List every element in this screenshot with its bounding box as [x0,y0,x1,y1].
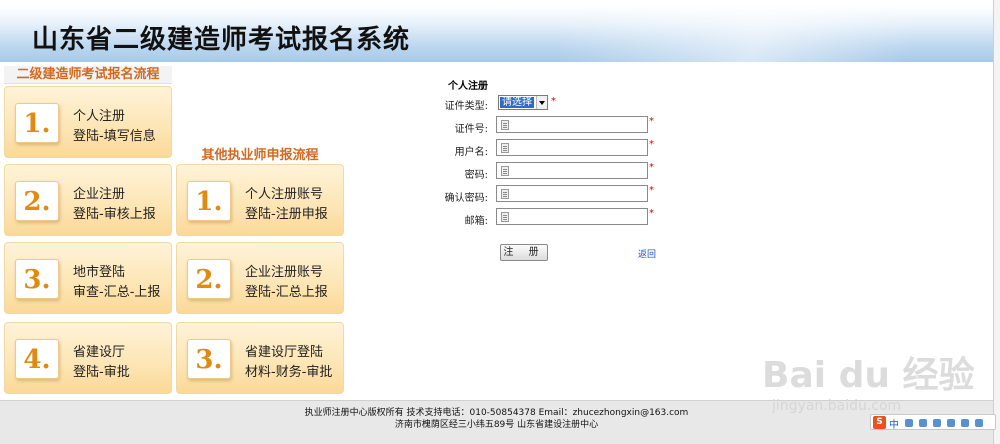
step-title: 省建设厅 [73,345,126,360]
ime-toolbar[interactable]: S 中 [870,414,996,431]
tools-icon[interactable] [975,419,983,427]
punctuation-icon[interactable] [919,419,927,427]
step-title: 省建设厅登陆 [245,345,324,360]
step-title: 企业注册账号 [245,265,324,280]
id-type-label: 证件类型: [444,101,488,112]
id-number-input[interactable] [496,116,648,133]
step-title: 地市登陆 [73,265,126,280]
input-icon [501,166,509,176]
step-number: 4. [15,339,59,379]
required-mark: * [649,139,654,150]
other-step-2: 2. 企业注册账号 登陆-汇总上报 [176,242,344,314]
required-mark: * [649,116,654,127]
confirm-password-label: 确认密码: [444,193,488,204]
email-label: 邮箱: [464,216,488,227]
header-shine [560,0,1000,62]
other-step-3: 3. 省建设厅登陆 材料-财务-审批 [176,322,344,394]
id-type-select[interactable]: 请选择 [498,95,548,110]
step-desc: 材料-财务-审批 [245,365,333,380]
input-icon [501,143,509,153]
baidu-watermark: Bai du 经验 [762,355,975,396]
form-title: 个人注册 [448,81,488,92]
input-icon [501,212,509,222]
exam-step-3: 3. 地市登陆 审查-汇总-上报 [4,242,172,314]
step-desc: 登陆-填写信息 [73,129,156,144]
chevron-down-icon[interactable] [536,96,547,109]
site-title: 山东省二级建造师考试报名系统 [32,25,411,55]
voice-icon[interactable] [933,419,941,427]
step-number: 2. [15,181,59,221]
exam-step-1: 1. 个人注册 登陆-填写信息 [4,86,172,158]
step-number: 2. [187,259,231,299]
confirm-password-input[interactable] [496,185,648,202]
required-mark: * [551,96,556,107]
sogou-logo-icon[interactable]: S [873,416,886,429]
exam-step-4: 4. 省建设厅 登陆-审批 [4,322,172,394]
input-icon [501,120,509,130]
id-number-label: 证件号: [454,124,488,135]
email-input[interactable] [496,208,648,225]
input-icon [501,189,509,199]
id-type-selected: 请选择 [500,97,534,108]
footer-address: 济南市槐荫区经三小纬五89号 山东省建设注册中心 [394,420,599,430]
register-button[interactable]: 注 册 [500,244,548,261]
required-mark: * [649,185,654,196]
skin-icon[interactable] [961,419,969,427]
step-desc: 审查-汇总-上报 [73,285,161,300]
step-desc: 登陆-审核上报 [73,207,156,222]
step-number: 3. [187,339,231,379]
password-label: 密码: [464,170,488,181]
step-number: 1. [15,103,59,143]
page-header: 山东省二级建造师考试报名系统 [0,0,1000,62]
username-label: 用户名: [454,147,488,158]
ime-mode[interactable]: 中 [889,416,899,431]
username-input[interactable] [496,139,648,156]
password-input[interactable] [496,162,648,179]
keyboard-icon[interactable] [947,419,955,427]
moon-icon[interactable] [905,419,913,427]
exam-step-2: 2. 企业注册 登陆-审核上报 [4,164,172,236]
step-title: 企业注册 [73,187,126,202]
back-link[interactable]: 返回 [638,247,656,260]
required-mark: * [649,208,654,219]
step-number: 3. [15,259,59,299]
step-desc: 登陆-注册申报 [245,207,328,222]
window-scroll-edge[interactable] [993,0,1000,444]
other-flow-heading: 其他执业师申报流程 [201,148,319,163]
watermark-url: jingyan.baidu.com [772,398,902,414]
step-title: 个人注册账号 [245,187,324,202]
step-desc: 登陆-汇总上报 [245,285,328,300]
required-mark: * [649,162,654,173]
other-step-1: 1. 个人注册账号 登陆-注册申报 [176,164,344,236]
step-desc: 登陆-审批 [73,365,130,380]
exam-flow-heading: 二级建造师考试报名流程 [4,66,172,84]
step-number: 1. [187,181,231,221]
step-title: 个人注册 [73,109,126,124]
